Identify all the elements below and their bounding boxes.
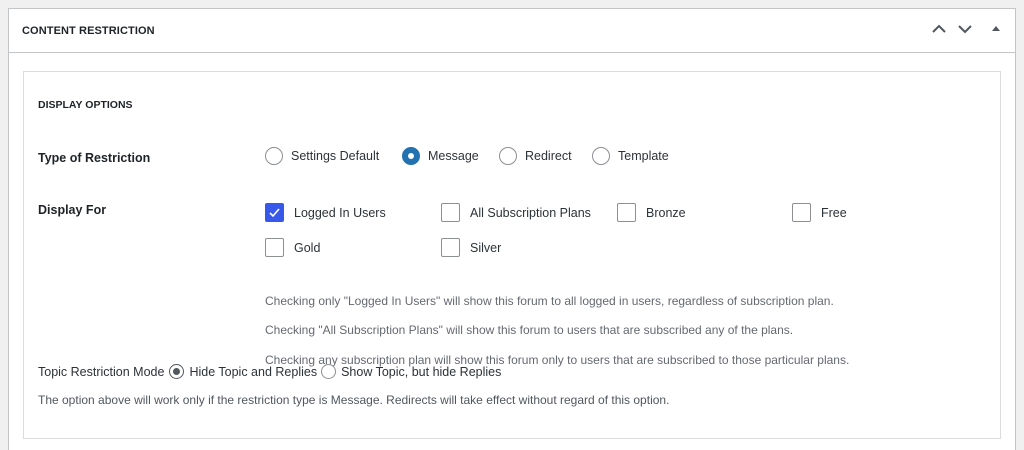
checkbox[interactable]: [441, 203, 460, 222]
checkbox[interactable]: [441, 238, 460, 257]
radio-message[interactable]: Message: [402, 147, 479, 165]
radio-label: Hide Topic and Replies: [189, 364, 318, 379]
chevron-up-icon[interactable]: [929, 19, 949, 39]
checkbox-label: All Subscription Plans: [470, 205, 591, 220]
display-for-label: Display For: [38, 203, 107, 217]
radio-template[interactable]: Template: [592, 147, 669, 165]
radio-hide-topic-and-replies[interactable]: [169, 364, 185, 379]
checkbox-all-subscription-plans[interactable]: All Subscription Plans: [441, 203, 591, 222]
checkbox-gold[interactable]: Gold: [265, 238, 320, 257]
content-restriction-panel: CONTENT RESTRICTION DISPLAY OPTIONS Type…: [8, 8, 1016, 450]
radio-label: Message: [428, 149, 479, 163]
checkbox-bronze[interactable]: Bronze: [617, 203, 686, 222]
radio-button[interactable]: [592, 147, 610, 165]
checkbox-free[interactable]: Free: [792, 203, 847, 222]
panel-title: CONTENT RESTRICTION: [22, 25, 155, 37]
checkbox-logged-in-users[interactable]: Logged In Users: [265, 203, 386, 222]
panel-header: CONTENT RESTRICTION: [9, 9, 1015, 53]
radio-label: Settings Default: [291, 149, 380, 163]
checkbox[interactable]: [265, 238, 284, 257]
checkbox-label: Logged In Users: [294, 205, 386, 220]
checkbox-checked[interactable]: [265, 203, 284, 222]
type-of-restriction-label: Type of Restriction: [38, 151, 151, 165]
radio-label: Redirect: [525, 149, 572, 163]
triangle-up-icon[interactable]: [986, 19, 1006, 39]
radio-show-topic-hide-replies[interactable]: [321, 364, 337, 379]
radio-button[interactable]: [499, 147, 517, 165]
topic-restriction-label: Topic Restriction Mode: [38, 364, 165, 379]
checkbox[interactable]: [617, 203, 636, 222]
help-text-logged-in: Checking only "Logged In Users" will sho…: [265, 294, 834, 308]
radio-button-checked[interactable]: [402, 147, 420, 165]
radio-label: Template: [618, 149, 669, 163]
display-options-box: DISPLAY OPTIONS Type of Restriction Sett…: [23, 71, 1001, 439]
radio-redirect[interactable]: Redirect: [499, 147, 572, 165]
chevron-down-icon[interactable]: [955, 19, 975, 39]
radio-label: Show Topic, but hide Replies: [341, 364, 502, 379]
restriction-note: The option above will work only if the r…: [38, 393, 670, 407]
radio-settings-default[interactable]: Settings Default: [265, 147, 379, 165]
checkbox-label: Silver: [470, 240, 502, 255]
checkbox[interactable]: [792, 203, 811, 222]
checkbox-label: Free: [821, 205, 847, 220]
checkbox-label: Gold: [294, 240, 321, 255]
help-text-all-plans: Checking "All Subscription Plans" will s…: [265, 323, 794, 337]
topic-restriction-row: Topic Restriction Mode Hide Topic and Re…: [38, 364, 501, 379]
checkbox-silver[interactable]: Silver: [441, 238, 501, 257]
radio-button[interactable]: [265, 147, 283, 165]
section-title: DISPLAY OPTIONS: [38, 99, 133, 111]
checkbox-label: Bronze: [646, 205, 686, 220]
